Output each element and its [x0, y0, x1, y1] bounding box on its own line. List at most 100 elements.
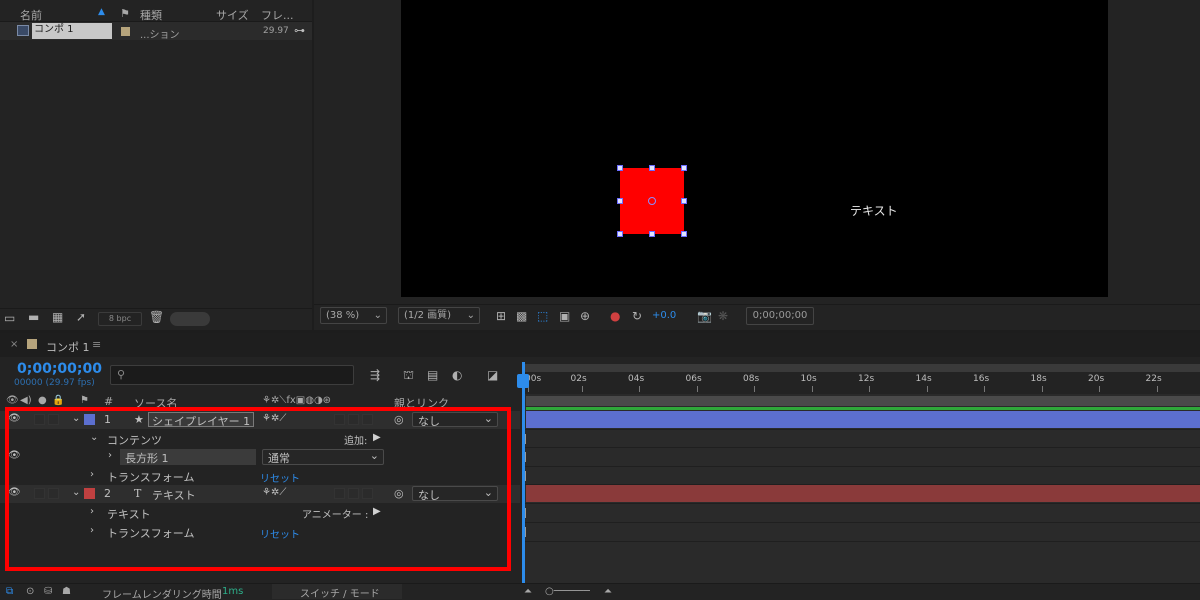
cache-indicator [526, 407, 1200, 410]
ruler-tick-mark [696, 386, 698, 392]
interpret-footage-icon[interactable]: ▭ [4, 311, 15, 325]
handle-bl[interactable] [617, 231, 623, 237]
color-channels-icon[interactable]: ● [610, 309, 620, 323]
chevron-down-icon: ⌄ [373, 310, 382, 321]
new-comp-icon[interactable]: ▦ [52, 310, 63, 324]
work-area-range[interactable] [526, 396, 1200, 406]
track-divider [522, 447, 1200, 448]
new-folder-icon[interactable]: ▬ [28, 310, 39, 324]
canvas-text-layer[interactable]: テキスト [850, 202, 898, 219]
ruler-tick-label: 14s [915, 374, 932, 384]
eye-icon[interactable]: 👁 [6, 395, 19, 406]
viewer-timecode[interactable]: 0;00;00;00 [746, 307, 814, 325]
reset-exposure-icon[interactable]: ↻ [632, 309, 642, 323]
ruler-tick-label: 16s [973, 374, 990, 384]
audio-icon[interactable]: ◀) [20, 395, 32, 406]
frame-blending-icon[interactable]: ◐ [452, 368, 462, 382]
lock-icon[interactable]: 🔒 [52, 395, 64, 406]
ruler-tick-label: 04s [628, 374, 645, 384]
graph-editor-icon[interactable]: ◪ [487, 368, 498, 382]
handle-tm[interactable] [649, 165, 655, 171]
ruler-tick-label: 12s [858, 374, 875, 384]
label-tag-icon[interactable]: ⚑ [120, 7, 130, 20]
timeline-footer: ⧉ ⊙ ⛁ ☗ フレームレンダリング時間 1ms ⏶ ○────── ⏶ [0, 583, 1200, 600]
comp-canvas[interactable] [401, 0, 1108, 297]
playhead-handle[interactable] [517, 374, 529, 388]
handle-br[interactable] [681, 231, 687, 237]
ruler-tick-mark [984, 386, 985, 392]
solo-icon[interactable]: ● [38, 395, 47, 406]
show-snapshot-icon[interactable]: ❋ [718, 309, 728, 323]
handle-bm[interactable] [649, 231, 655, 237]
project-item-fps: 29.97 [263, 26, 289, 36]
label-swatch[interactable] [121, 27, 130, 36]
draft-3d-icon[interactable]: ⛫ [403, 368, 414, 384]
tab-label-swatch [27, 339, 37, 349]
highlight-annotation [5, 407, 511, 571]
snapshot-icon[interactable]: 📷 [697, 309, 712, 323]
transparency-grid-icon[interactable]: ▩ [516, 309, 527, 323]
col-name[interactable]: 名前 [20, 7, 42, 23]
ruler-tick-mark [869, 386, 870, 392]
sort-up-icon[interactable]: ▲ [98, 7, 105, 17]
work-area-bar[interactable] [522, 364, 1200, 372]
handle-tl[interactable] [617, 165, 623, 171]
flowchart-icon[interactable]: ⊶ [294, 24, 305, 37]
comp-icon [17, 25, 29, 36]
ruler-tick-label: 18s [1030, 374, 1047, 384]
handle-tr[interactable] [681, 165, 687, 171]
modes-toggle-icon[interactable]: ⊙ [26, 586, 34, 597]
layer-1-duration-bar[interactable] [526, 411, 1200, 428]
render-queue-icon[interactable]: ➚ [76, 310, 86, 324]
ruler-tick-mark [811, 386, 813, 392]
project-item-type: ...ション [140, 30, 180, 41]
switches-icon[interactable]: ⚘✲⟍fx▣◍◑⊛ [262, 395, 331, 406]
mask-path-icon[interactable]: ⬚ [537, 309, 548, 323]
layer-search-input[interactable]: ⚲ [110, 365, 354, 385]
exposure-value[interactable]: +0.0 [652, 310, 676, 321]
project-item-name[interactable]: コンポ 1 [32, 23, 112, 39]
col-size[interactable]: サイズ [216, 7, 249, 23]
layer-switches-toggle-icon[interactable]: ⧉ [6, 586, 13, 597]
zoom-slider[interactable]: ○────── [545, 586, 590, 597]
zoom-dropdown[interactable]: (38 %) ⌄ [320, 307, 387, 324]
current-time[interactable]: 0;00;00;00 [17, 361, 102, 377]
frame-rate-label: 00000 (29.97 fps) [14, 378, 95, 388]
label-icon[interactable]: ⚑ [80, 395, 89, 406]
tab-comp[interactable]: コンポ 1 [46, 339, 90, 355]
region-of-interest-icon[interactable]: ▣ [559, 309, 570, 323]
project-column-header: 名前 ▲ ⚑ 種類 サイズ フレ... [0, 4, 312, 22]
ruler-tick-label: 02s [570, 374, 587, 384]
resolution-dropdown[interactable]: (1/2 画質) ⌄ [398, 307, 480, 324]
ruler-tick-mark [1041, 386, 1043, 392]
menu-icon[interactable]: ≡ [92, 338, 101, 351]
resolution-value: (1/2 画質) [404, 310, 452, 321]
ruler-tick-label: 08s [743, 374, 760, 384]
track-divider [522, 503, 1200, 504]
in-out-toggle-icon[interactable]: ⛁ [44, 586, 52, 597]
layer-2-duration-bar[interactable] [526, 485, 1200, 502]
track-divider [522, 484, 1200, 485]
switch-mode-button[interactable]: スイッチ / モード [272, 584, 402, 600]
col-type[interactable]: 種類 [140, 7, 162, 23]
bit-depth-button[interactable]: 8 bpc [98, 312, 142, 326]
render-time-toggle-icon[interactable]: ☗ [62, 586, 71, 597]
project-scrollbar[interactable] [170, 312, 210, 326]
current-time-indicator[interactable] [522, 362, 525, 600]
track-divider [522, 429, 1200, 430]
fast-preview-icon[interactable]: ⊞ [496, 309, 506, 323]
switch-mode-label: スイッチ / モード [300, 589, 380, 600]
zoom-out-icon[interactable]: ⏶ [524, 586, 532, 597]
trash-icon[interactable]: 🗑 [149, 310, 164, 324]
col-frame[interactable]: フレ... [261, 7, 294, 23]
handle-ml[interactable] [617, 198, 623, 204]
shy-layers-icon[interactable]: ▤ [427, 368, 438, 382]
track-divider [522, 466, 1200, 467]
comp-flowchart-icon[interactable]: ⇶ [370, 368, 380, 382]
close-icon[interactable]: × [10, 339, 18, 350]
anchor-point-icon[interactable] [648, 197, 656, 205]
handle-mr[interactable] [681, 198, 687, 204]
search-icon: ⚲ [117, 368, 126, 381]
grid-guides-icon[interactable]: ⊕ [580, 309, 590, 323]
zoom-in-icon[interactable]: ⏶ [604, 586, 612, 597]
